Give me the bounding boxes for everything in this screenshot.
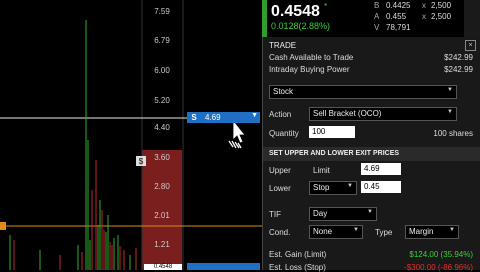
buying-power-label: Intraday Buying Power [269, 65, 350, 74]
y-tick: 2.80 [154, 182, 170, 191]
upper-price-value: 4.69 [364, 164, 380, 173]
chevron-down-icon: ▼ [367, 209, 373, 215]
condition-select[interactable]: None ▼ [309, 225, 363, 239]
est-gain-value: $124.00 (35.94%) [409, 250, 473, 259]
est-loss-value: -$300.00 (-86.96%) [404, 263, 473, 272]
chevron-down-icon: ▼ [447, 109, 453, 115]
y-tick: 6.79 [154, 36, 170, 45]
upper-label: Upper [269, 166, 291, 175]
action-value: Sell Bracket (OCO) [313, 109, 382, 118]
lower-price-value: 0.45 [364, 182, 380, 191]
ask-label: A [374, 12, 380, 21]
trade-panel: TRADE × Cash Available to Trade $242.99 … [262, 37, 480, 272]
y-tick: 3.60 [154, 153, 170, 162]
stop-zone [142, 150, 182, 270]
ask-price: 0.455 [386, 12, 407, 21]
upper-type: Limit [313, 166, 330, 175]
action-label: Action [269, 110, 292, 119]
size-separator: x [422, 12, 426, 21]
type-select[interactable]: Margin ▼ [405, 225, 459, 239]
type-value: Margin [409, 227, 434, 236]
quantity-label: Quantity [269, 129, 299, 138]
condition-value: None [313, 227, 333, 236]
exit-prices-header-label: SET UPPER AND LOWER EXIT PRICES [269, 150, 400, 157]
buying-power-value: $242.99 [444, 65, 473, 74]
order-price-tag[interactable]: S 4.69 ▼ [187, 112, 260, 123]
est-gain-label: Est. Gain (Limit) [269, 250, 327, 259]
ask-size: 2,500 [431, 12, 452, 21]
condition-label: Cond. [269, 228, 291, 237]
star-icon: * [324, 2, 328, 11]
lower-type-value: Stop [313, 183, 330, 192]
entry-marker [0, 222, 6, 230]
tif-select[interactable]: Day ▼ [309, 207, 377, 221]
cash-label: Cash Available to Trade [269, 53, 354, 62]
volume: 78,791 [386, 23, 411, 32]
cash-value: $242.99 [444, 53, 473, 62]
size-separator: x [422, 1, 426, 10]
instrument-value: Stock [273, 87, 294, 96]
volume-label: V [374, 23, 380, 32]
est-loss-label: Est. Loss (Stop) [269, 263, 326, 272]
tif-value: Day [313, 209, 328, 218]
chevron-down-icon: ▼ [449, 227, 455, 233]
tif-label: TIF [269, 210, 281, 219]
y-tick: 4.40 [154, 123, 170, 132]
bid-price: 0.4425 [386, 1, 411, 10]
bid-label: B [374, 1, 380, 10]
instrument-select[interactable]: Stock ▼ [269, 85, 457, 99]
last-price: 0.4548 [271, 3, 320, 20]
stop-price-tag[interactable] [187, 263, 260, 270]
y-tick: 7.59 [154, 7, 170, 16]
quote-direction-bar [262, 0, 267, 37]
quantity-shares: 100 shares [433, 129, 473, 138]
panel-title: TRADE [269, 41, 297, 50]
action-select[interactable]: Sell Bracket (OCO) ▼ [309, 107, 457, 121]
price-chart[interactable]: $ [0, 0, 262, 270]
price-change: 0.0128(2.88%) [271, 21, 331, 31]
last-price-tag: 0.4548 [144, 264, 182, 270]
order-side: S [191, 113, 197, 122]
chevron-down-icon: ▼ [353, 227, 359, 233]
y-tick: 6.00 [154, 66, 170, 75]
quantity-input[interactable]: 100 [309, 126, 355, 138]
order-price: 4.69 [205, 113, 221, 122]
chevron-down-icon[interactable]: ▼ [251, 112, 258, 119]
chevron-down-icon: ▼ [347, 183, 353, 189]
close-icon[interactable]: × [465, 40, 476, 51]
upper-price-input[interactable]: 4.69 [361, 163, 401, 175]
quantity-value: 100 [312, 127, 326, 136]
bid-size: 2,500 [431, 1, 452, 10]
quote-scroll-strip [464, 0, 480, 37]
y-tick: 1.21 [154, 240, 170, 249]
type-label: Type [375, 228, 393, 237]
chevron-down-icon: ▼ [447, 87, 453, 93]
lower-label: Lower [269, 184, 291, 193]
y-tick: 2.01 [154, 211, 170, 220]
lower-price-input[interactable]: 0.45 [361, 181, 401, 193]
lower-type-select[interactable]: Stop ▼ [309, 181, 357, 195]
exit-prices-header: SET UPPER AND LOWER EXIT PRICES [263, 147, 480, 161]
y-tick: 5.20 [154, 96, 170, 105]
